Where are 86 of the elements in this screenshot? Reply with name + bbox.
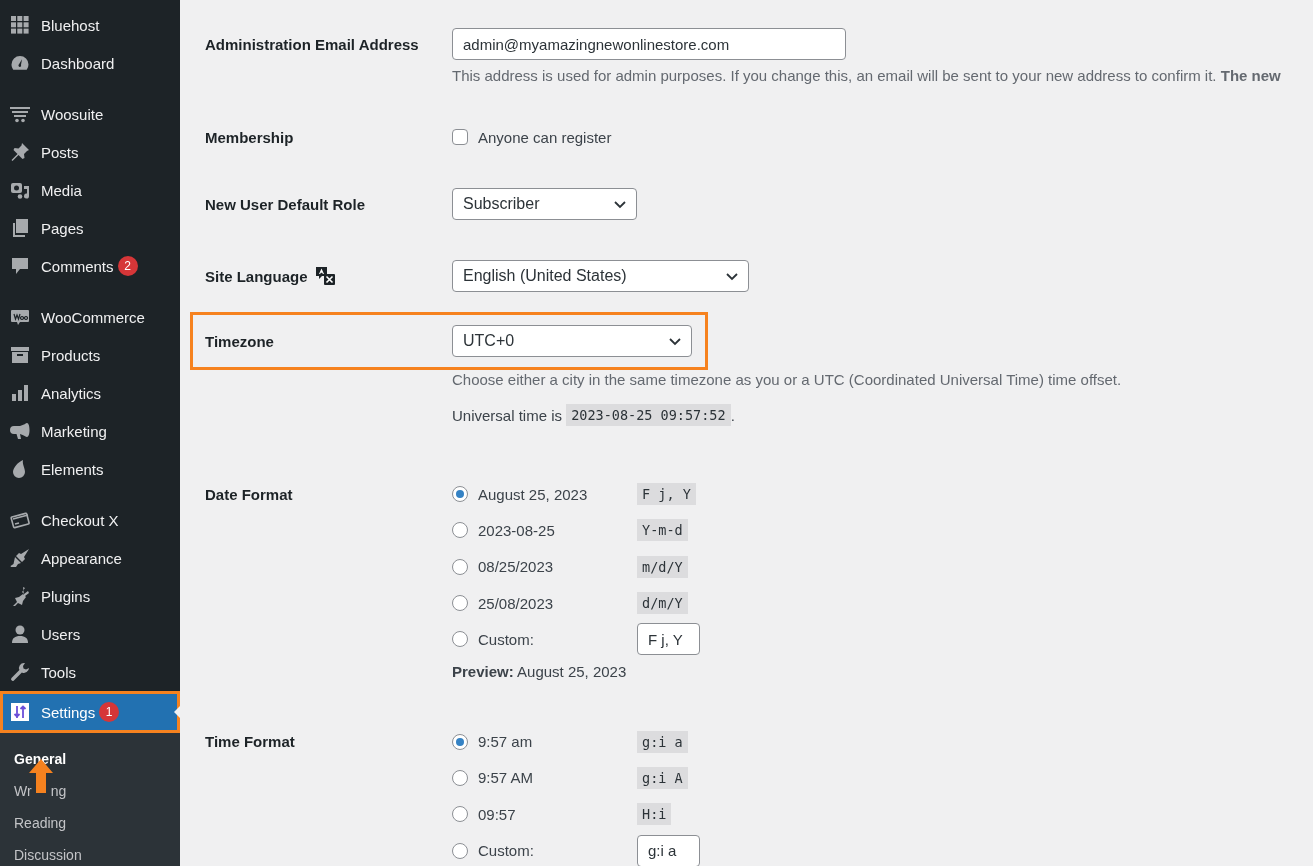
pages-icon (10, 218, 30, 238)
radio-label: 08/25/2023 (478, 558, 554, 576)
menu-item[interactable]: Analytics (0, 374, 180, 412)
menu-item[interactable]: Appearance (0, 539, 180, 577)
menu-item[interactable]: Tools (0, 653, 180, 691)
cart-icon (10, 104, 30, 124)
checkbox-label: Anyone can register (478, 128, 612, 146)
field-description: This address is used for admin purposes. If you change this, an email will be sent to your new address to confirm it. The new (452, 66, 1281, 86)
pushpin-icon (10, 142, 30, 162)
menu-item[interactable]: Bluehost (0, 6, 180, 44)
field-label: Time Format (205, 732, 296, 752)
format-code: d/m/Y (637, 592, 688, 615)
period-text: . (730, 406, 735, 424)
radio-button[interactable] (452, 631, 468, 648)
dropdown[interactable]: Subscriber (452, 188, 637, 220)
radio-label: 9:57 AM (478, 769, 534, 787)
grid-icon (10, 15, 30, 35)
menu-item[interactable]: WooCommerce (0, 298, 180, 336)
radio-button[interactable] (452, 522, 468, 539)
radio-button[interactable] (452, 486, 468, 503)
menu-item[interactable]: Plugins (0, 577, 180, 615)
radio-button[interactable] (452, 842, 468, 859)
format-code: m/d/Y (637, 555, 688, 578)
universal-time-label: Universal time is (452, 406, 564, 424)
radio-label: August 25, 2023 (478, 485, 588, 503)
gauge-icon (10, 53, 30, 73)
radio-button[interactable] (452, 558, 468, 575)
submenu-item[interactable]: Wr ng (0, 775, 180, 807)
radio-label: 9:57 am (478, 733, 533, 751)
radio-button[interactable] (452, 806, 468, 823)
field-label: Timezone (205, 331, 275, 352)
field-label: Site Language (205, 260, 452, 292)
format-code: F j, Y (637, 483, 696, 506)
bar-chart-icon (10, 383, 30, 403)
count-badge: 2 (117, 256, 138, 276)
dropdown[interactable]: UTC+0 (452, 325, 692, 357)
field-description: Choose either a city in the same timezone as you or a UTC (Coordinated Universal Time) time offset. (452, 370, 1123, 390)
sliders-icon (10, 702, 30, 722)
paintbrush-icon (10, 548, 30, 568)
radio-label: 2023-08-25 (478, 521, 555, 539)
radio-label: Custom: (478, 842, 534, 859)
radio-label: 25/08/2023 (478, 594, 554, 612)
format-input[interactable]: F j, Y (637, 623, 700, 656)
menu-item[interactable]: Dashboard (0, 44, 180, 82)
preview-text: Preview: August 25, 2023 (452, 663, 627, 681)
format-code: g:i a (637, 730, 688, 753)
field-label: Date Format (205, 484, 294, 505)
dropdown[interactable]: English (United States) (452, 260, 749, 292)
menu-item[interactable]: Settings 1 (0, 691, 180, 733)
radio-button[interactable] (452, 733, 468, 750)
radio-button[interactable] (452, 595, 468, 612)
user-icon (10, 624, 30, 644)
store-bubble-icon (10, 307, 30, 327)
email-input[interactable]: admin@myamazingnewonlinestore.com (452, 28, 846, 60)
universal-time: 2023-08-25 09:57:52 (566, 404, 731, 426)
menu-item[interactable]: Users (0, 615, 180, 653)
submenu-item[interactable]: Discussion (0, 839, 180, 866)
radio-button[interactable] (452, 769, 468, 786)
count-badge: 1 (99, 702, 120, 722)
menu-item[interactable]: Marketing (0, 412, 180, 450)
field-label: New User Default Role (205, 194, 367, 215)
menu-item[interactable]: Media (0, 171, 180, 209)
radio-label: 09:57 (478, 805, 516, 823)
archive-box-icon (10, 345, 30, 365)
field-label: Membership (205, 127, 295, 148)
menu-item[interactable]: Comments 2 (0, 247, 180, 285)
menu-item[interactable]: Pages (0, 209, 180, 247)
menu-item[interactable]: Products (0, 336, 180, 374)
format-code: g:i A (637, 766, 688, 789)
menu-item[interactable]: Posts (0, 133, 180, 171)
megaphone-icon (10, 421, 30, 441)
wrench-icon (10, 662, 30, 682)
menu-item[interactable]: Woosuite (0, 95, 180, 133)
menu-item[interactable]: Checkout X (0, 501, 180, 539)
format-code: H:i (637, 803, 672, 826)
credit-card-icon (10, 510, 30, 530)
submenu-item[interactable]: General (0, 743, 180, 775)
format-input[interactable]: g:i a (637, 834, 700, 866)
radio-label: Custom: (478, 630, 534, 648)
field-label: Administration Email Address (205, 34, 420, 55)
format-code: Y-m-d (637, 519, 688, 542)
submenu-item[interactable]: Reading (0, 807, 180, 839)
media-icon (10, 180, 30, 200)
menu-item[interactable]: Elements (0, 450, 180, 488)
checkbox[interactable] (452, 129, 468, 145)
speech-bubble-icon (10, 256, 30, 276)
